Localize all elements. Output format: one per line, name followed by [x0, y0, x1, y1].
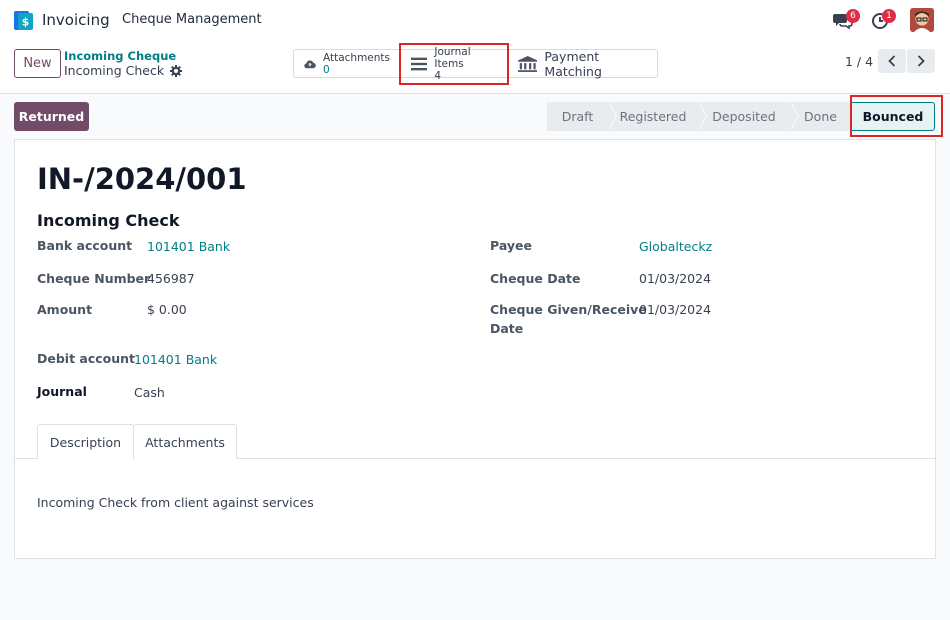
user-avatar[interactable] — [910, 8, 934, 32]
menu-cheque-management[interactable]: Cheque Management — [122, 12, 262, 27]
cheque-given-date-label-line1: Cheque Given/Receive — [490, 302, 647, 317]
messages-badge: 6 — [846, 9, 860, 23]
payment-matching-label: Payment Matching — [544, 48, 602, 79]
svg-text:$: $ — [22, 16, 30, 29]
stage-done-label: Done — [804, 109, 837, 124]
control-panel: New Incoming Cheque Incoming Check Attac… — [0, 40, 950, 94]
smart-buttons: Attachments 0 Journal Items 4 Payment Ma… — [293, 46, 658, 82]
journal-items-count: 4 — [434, 69, 442, 82]
stage-deposited-label: Deposited — [712, 109, 776, 124]
stage-draft-label: Draft — [561, 109, 594, 124]
tab-attachments[interactable]: Attachments — [133, 424, 237, 459]
returned-button[interactable]: Returned — [14, 102, 89, 131]
pager-counter[interactable]: 1 / 4 — [845, 54, 873, 69]
debit-account-field[interactable]: 101401 Bank — [134, 352, 217, 367]
payee-field[interactable]: Globalteckz — [639, 239, 712, 254]
cloud-upload-icon — [304, 59, 316, 68]
activities-badge: 1 — [882, 9, 896, 23]
stage-deposited[interactable]: Deposited — [698, 102, 799, 131]
bank-account-field[interactable]: 101401 Bank — [147, 239, 230, 254]
amount-field[interactable]: $ 0.00 — [147, 302, 187, 317]
cheque-number-label: Cheque Number — [37, 271, 151, 286]
attachments-label: Attachments — [322, 51, 390, 64]
top-navbar: $ Invoicing Cheque Management 6 1 — [0, 0, 950, 40]
journal-field[interactable]: Cash — [134, 385, 165, 400]
description-text[interactable]: Incoming Check from client against servi… — [37, 495, 314, 510]
stage-draft[interactable]: Draft — [547, 102, 617, 131]
breadcrumb-parent[interactable]: Incoming Cheque — [64, 49, 176, 63]
tab-description[interactable]: Description — [37, 424, 134, 460]
breadcrumb-current-label: Incoming Check — [64, 63, 165, 78]
attachments-smart-button[interactable]: Attachments 0 — [294, 50, 401, 77]
record-title: IN-/2024/001 — [37, 162, 247, 196]
pager-previous-button[interactable] — [878, 49, 906, 73]
new-button[interactable]: New — [14, 49, 61, 78]
record-subtitle: Incoming Check — [37, 211, 180, 230]
breadcrumb-current: Incoming Check — [64, 63, 183, 78]
payment-matching-smart-button[interactable]: Payment Matching — [508, 48, 657, 79]
bank-icon — [518, 55, 538, 72]
cheque-given-date-label-line2: Date — [490, 321, 524, 336]
chevron-right-icon — [917, 55, 925, 67]
journal-items-smart-button[interactable]: Journal Items 4 — [401, 46, 508, 82]
gear-icon[interactable] — [170, 64, 183, 77]
cheque-number-field[interactable]: 456987 — [147, 271, 195, 286]
journal-items-label: Journal Items — [434, 45, 471, 70]
invoicing-app-icon[interactable]: $ — [14, 11, 33, 30]
stage-done[interactable]: Done — [790, 102, 851, 131]
cheque-given-date-field[interactable]: 01/03/2024 — [639, 302, 711, 317]
debit-account-label: Debit account — [37, 351, 136, 366]
cheque-date-label: Cheque Date — [490, 271, 581, 286]
attachments-count: 0 — [322, 63, 330, 76]
cheque-date-field[interactable]: 01/03/2024 — [639, 271, 711, 286]
payee-label: Payee — [490, 238, 532, 253]
bank-account-label: Bank account — [37, 238, 133, 253]
form-sheet: IN-/2024/001 Incoming Check Bank account… — [14, 139, 936, 559]
amount-label: Amount — [37, 302, 93, 317]
chevron-left-icon — [888, 55, 896, 67]
list-bars-icon — [411, 57, 428, 70]
stage-registered[interactable]: Registered — [608, 102, 707, 131]
stage-registered-label: Registered — [619, 109, 687, 124]
status-pipeline: Draft Registered Deposited Done — [547, 102, 851, 131]
notebook-tabs: Description Attachments — [15, 424, 935, 460]
stage-bounced-active[interactable]: Bounced — [851, 102, 935, 131]
journal-label: Journal — [37, 384, 87, 399]
pager-next-button[interactable] — [907, 49, 935, 73]
app-name[interactable]: Invoicing — [42, 11, 110, 29]
